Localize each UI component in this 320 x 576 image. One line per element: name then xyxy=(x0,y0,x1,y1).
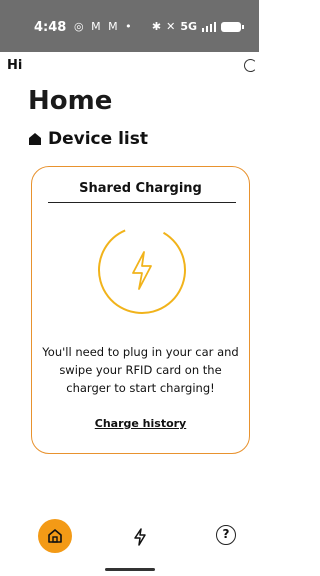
home-indicator xyxy=(105,568,155,571)
status-bar: 4:48 ◎ M M • ✱ ✕ 5G xyxy=(0,0,259,52)
home-icon xyxy=(48,529,62,543)
network-label: 5G xyxy=(180,20,197,33)
mute-icon: ✕ xyxy=(166,20,176,33)
device-list-heading: Device list xyxy=(28,129,148,149)
status-time: 4:48 xyxy=(34,20,67,35)
charging-bolt-icon xyxy=(98,226,186,315)
account-icon[interactable] xyxy=(244,59,257,72)
card-divider xyxy=(48,202,236,203)
battery-icon xyxy=(221,21,244,32)
status-right: ✱ ✕ 5G xyxy=(151,20,244,33)
nav-help-button[interactable]: ? xyxy=(216,525,236,545)
card-message: You'll need to plug in your car and swip… xyxy=(42,345,239,395)
greeting: Hi xyxy=(7,58,23,73)
page-title: Home xyxy=(28,86,113,116)
signal-icon xyxy=(202,21,216,32)
bottom-nav: ? xyxy=(0,514,259,558)
notification-icons: ◎ M M • xyxy=(74,20,134,33)
nav-charging-button[interactable] xyxy=(133,528,147,546)
house-icon xyxy=(29,133,41,145)
bluetooth-icon: ✱ xyxy=(151,20,162,33)
shared-charging-card: Shared Charging You'll need to plug in y… xyxy=(31,166,250,454)
card-title: Shared Charging xyxy=(79,181,202,196)
device-list-label: Device list xyxy=(48,129,148,149)
charge-history-link[interactable]: Charge history xyxy=(32,417,249,430)
nav-home-button[interactable] xyxy=(38,519,72,553)
